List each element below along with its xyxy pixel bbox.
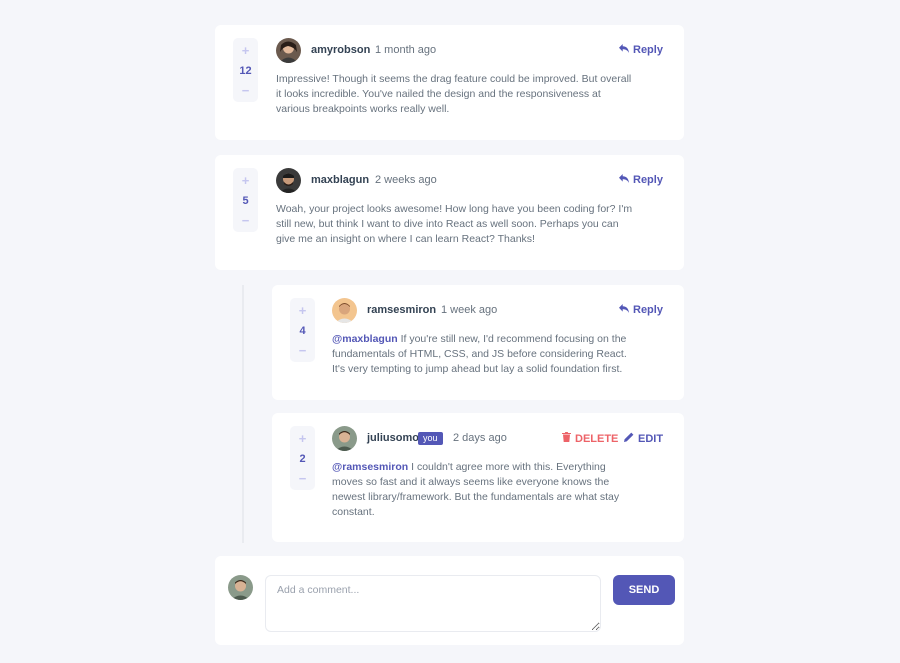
- avatar: [276, 38, 301, 63]
- vote-control: + 4 −: [290, 298, 315, 362]
- score: 4: [299, 325, 306, 337]
- trash-icon: [562, 432, 571, 445]
- upvote-button[interactable]: +: [299, 304, 307, 317]
- comment-text: Impressive! Though it seems the drag fea…: [276, 73, 632, 115]
- username[interactable]: ramsesmiron: [367, 304, 436, 316]
- reply-icon: [619, 304, 629, 316]
- reply-card: + 2 − juliusomo you 2 days ago DELETE ED…: [272, 413, 684, 542]
- reply-icon: [619, 174, 629, 186]
- reply-label: Reply: [633, 174, 663, 186]
- downvote-button[interactable]: −: [299, 344, 307, 357]
- timestamp: 1 month ago: [375, 44, 437, 56]
- timestamp: 2 days ago: [453, 432, 507, 444]
- upvote-button[interactable]: +: [242, 174, 250, 187]
- timestamp: 1 week ago: [441, 304, 498, 316]
- delete-label: DELETE: [575, 432, 619, 445]
- score: 2: [299, 453, 306, 465]
- username[interactable]: maxblagun: [311, 174, 369, 186]
- current-user-avatar: [228, 575, 253, 600]
- comment-text: @maxblagun If you're still new, I'd reco…: [332, 332, 637, 377]
- pencil-icon: [624, 432, 634, 445]
- reply-button[interactable]: Reply: [619, 174, 663, 186]
- reply-card: + 4 − ramsesmiron 1 week ago Reply @maxb…: [272, 285, 684, 400]
- upvote-button[interactable]: +: [299, 432, 307, 445]
- vote-control: + 2 −: [290, 426, 315, 490]
- downvote-button[interactable]: −: [242, 84, 250, 97]
- reply-icon: [619, 44, 629, 56]
- vote-control: + 5 −: [233, 168, 258, 232]
- vote-control: + 12 −: [233, 38, 258, 102]
- reply-label: Reply: [633, 44, 663, 56]
- send-button[interactable]: SEND: [613, 575, 675, 605]
- delete-button[interactable]: DELETE: [562, 432, 618, 445]
- you-badge: you: [418, 432, 443, 445]
- edit-label: EDIT: [638, 432, 664, 445]
- score: 12: [239, 65, 252, 77]
- avatar: [332, 426, 357, 451]
- upvote-button[interactable]: +: [242, 44, 250, 57]
- downvote-button[interactable]: −: [242, 214, 250, 227]
- comment-composer: SEND: [215, 556, 684, 645]
- username[interactable]: amyrobson: [311, 44, 370, 56]
- edit-button[interactable]: EDIT: [624, 432, 663, 445]
- comment-text: @ramsesmiron I couldn't agree more with …: [332, 460, 637, 520]
- comment-card: + 5 − maxblagun 2 weeks ago Reply Woah, …: [215, 155, 684, 270]
- mention-link[interactable]: @ramsesmiron: [332, 461, 408, 473]
- comment-card: + 12 − amyrobson 1 month ago Reply Impre…: [215, 25, 684, 140]
- mention-link[interactable]: @maxblagun: [332, 333, 398, 345]
- reply-label: Reply: [633, 304, 663, 316]
- reply-button[interactable]: Reply: [619, 304, 663, 316]
- comment-text: Woah, your project looks awesome! How lo…: [276, 203, 633, 245]
- reply-thread-line: [242, 285, 244, 543]
- comment-input[interactable]: [265, 575, 601, 632]
- downvote-button[interactable]: −: [299, 472, 307, 485]
- avatar: [332, 298, 357, 323]
- avatar: [276, 168, 301, 193]
- timestamp: 2 weeks ago: [375, 174, 437, 186]
- reply-button[interactable]: Reply: [619, 44, 663, 56]
- score: 5: [242, 195, 249, 207]
- username[interactable]: juliusomo: [367, 432, 419, 444]
